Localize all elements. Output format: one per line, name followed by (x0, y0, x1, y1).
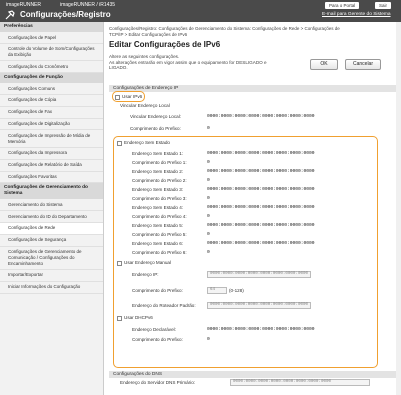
portal-button[interactable]: Para o Portal (325, 2, 360, 9)
stateless-1-value: 0000:0000:0000:0000:0000:0000:0000:0000 (207, 151, 315, 156)
stateless-5-value: 0000:0000:0000:0000:0000:0000:0000:0000 (207, 223, 315, 228)
dns-settings-header: Configurações do DNS (109, 371, 397, 378)
sidebar-item-system-management[interactable]: Gerenciamento do Sistema (0, 199, 103, 212)
stateless-6-prefix-label: Comprimento do Prefixo 6: (132, 250, 187, 255)
app-title: Configurações/Registro (20, 10, 111, 19)
router-address-label: Endereço do Roteador Padrão: (132, 303, 196, 308)
cancel-button[interactable]: Cancelar (345, 59, 381, 70)
stateless-2-prefix: 0 (207, 178, 210, 183)
sidebar-item-printer[interactable]: Configurações da Impressora (0, 148, 103, 160)
sidebar-item-communication[interactable]: Configurações de Gerenciamento de Comuni… (0, 247, 103, 270)
stateless-3-label: Endereço Sem Estado 3: (132, 187, 184, 192)
stateless-4-label: Endereço Sem Estado 4: (132, 205, 184, 210)
manual-address-checkbox[interactable] (117, 261, 122, 266)
stateless-2-value: 0000:0000:0000:0000:0000:0000:0000:0000 (207, 169, 315, 174)
use-ipv6-label: Usar IPv6 (122, 94, 143, 99)
stateless-3-prefix-label: Comprimento do Prefixo 3: (132, 196, 187, 201)
scrollbar[interactable] (396, 22, 401, 395)
stateless-3-value: 0000:0000:0000:0000:0000:0000:0000:0000 (207, 187, 315, 192)
link-local-prefix-value: 0 (207, 126, 210, 131)
sidebar-section-function: Configurações de Função (0, 73, 103, 84)
sidebar-item-paper[interactable]: Configurações de Papel (0, 32, 103, 44)
manual-prefix-label: Comprimento do Prefixo: (132, 288, 183, 293)
sidebar-item-common[interactable]: Configurações Comuns (0, 83, 103, 95)
use-ipv6-checkbox[interactable] (115, 95, 120, 100)
sidebar-item-fax[interactable]: Configurações de Fax (0, 107, 103, 119)
stateless-5-prefix: 0 (207, 232, 210, 237)
sidebar-item-network[interactable]: Configurações de Rede (0, 222, 103, 235)
stateless-1-prefix-label: Comprimento do Prefixo 1: (132, 160, 187, 165)
dhcpv6-label: Usar DHCPv6 (124, 315, 153, 320)
stateless-6-label: Endereço Sem Estado 6: (132, 241, 184, 246)
stateless-6-value: 0000:0000:0000:0000:0000:0000:0000:0000 (207, 241, 315, 246)
stateless-2-prefix-label: Comprimento do Prefixo 2: (132, 178, 187, 183)
dhcp-address-value: 0000:0000:0000:0000:0000:0000:0000:0000 (207, 327, 315, 332)
stateless-5-label: Endereço Sem Estado 5: (132, 223, 184, 228)
sidebar-section-preferences: Preferências (0, 22, 103, 32)
sidebar-item-memory-media[interactable]: Configurações de Impressão de Mídia de M… (0, 130, 103, 148)
ip-settings-header: Configurações de Endereço IP (109, 85, 397, 92)
ok-button[interactable]: OK (310, 59, 338, 70)
manual-prefix-range: (0-128) (229, 288, 244, 293)
link-local-prefix-label: Comprimento do Prefixo: (130, 126, 181, 131)
settings-tools-icon (5, 10, 15, 20)
model-label: imageRUNNER / iR1435 (60, 2, 116, 8)
sidebar-item-copy[interactable]: Configurações de Cópia (0, 95, 103, 107)
sidebar-item-favorites[interactable]: Configurações Favoritas (0, 172, 103, 184)
page-title: Editar Configurações de IPv6 (109, 40, 221, 49)
stateless-4-value: 0000:0000:0000:0000:0000:0000:0000:0000 (207, 205, 315, 210)
sidebar-item-import-export[interactable]: Importar/Exportar (0, 270, 103, 282)
sidebar-item-security[interactable]: Configurações de Segurança (0, 235, 103, 247)
sidebar-section-system: Configurações de Gerenciamento do Sistem… (0, 183, 103, 200)
link-local-value: 0000:0000:0000:0000:0000:0000:0000:0000 (207, 114, 315, 119)
stateless-label: Endereço Sem Estado (124, 140, 170, 145)
stateless-2-label: Endereço Sem Estado 2: (132, 169, 184, 174)
stateless-4-prefix-label: Comprimento do Prefixo 4: (132, 214, 187, 219)
router-address-input[interactable]: 0000:0000:0000:0000:0000:0000:0000:0000 (207, 302, 311, 309)
manual-address-label: Usar Endereço Manual (124, 260, 171, 265)
email-admin-link[interactable]: E-mail para Gerente do Sistema (322, 12, 391, 17)
stateless-5-prefix-label: Comprimento do Prefixo 5: (132, 232, 187, 237)
sidebar-item-report[interactable]: Configurações de Relatório de Saída (0, 160, 103, 172)
manual-ip-label: Endereço IP: (132, 272, 159, 277)
link-local-label: Vincular Endereço Local: (130, 114, 181, 119)
sidebar: Preferências Configurações de Papel Cont… (0, 22, 104, 395)
stateless-checkbox[interactable] (117, 141, 122, 146)
logout-button[interactable]: Sair (375, 2, 392, 9)
dns-primary-input[interactable]: 0000:0000:0000:0000:0000:0000:0000:0000 (230, 379, 370, 386)
stateless-4-prefix: 0 (207, 214, 210, 219)
sidebar-item-volume-display[interactable]: Controle do Volume de Som/Configurações … (0, 44, 103, 62)
dhcp-prefix-value: 0 (207, 337, 210, 342)
sidebar-item-timer[interactable]: Configurações do Cronômetro (0, 61, 103, 74)
manual-prefix-input[interactable]: 64 (207, 287, 227, 294)
brand-label: imageRUNNER (6, 2, 42, 8)
stateless-1-prefix: 0 (207, 160, 210, 165)
sidebar-item-department-id[interactable]: Gerenciamento do ID do Departamento (0, 211, 103, 223)
manual-ip-input[interactable]: 0000:0000:0000:0000:0000:0000:0000:0000 (207, 271, 311, 278)
stateless-3-prefix: 0 (207, 196, 210, 201)
stateless-1-label: Endereço Sem Estado 1: (132, 151, 184, 156)
breadcrumb-line-2[interactable]: TCP/IP > Editar Configurações de IPv6 (109, 32, 397, 38)
sidebar-item-init-config[interactable]: Iniciar Informações do Configuração (0, 282, 103, 294)
dns-primary-label: Endereço do Servidor DNS Primário: (120, 380, 196, 385)
sidebar-item-scan[interactable]: Configurações de Digitalização (0, 119, 103, 131)
dhcp-address-label: Endereço Declarável: (132, 327, 176, 332)
top-bar: imageRUNNER imageRUNNER / iR1435 Configu… (0, 0, 401, 22)
breadcrumb: Configurações/Registro: Configurações de… (109, 26, 397, 37)
dhcpv6-checkbox[interactable] (117, 316, 122, 321)
stateless-6-prefix: 0 (207, 250, 210, 255)
link-local-title: Vincular Endereço Local (120, 103, 170, 108)
dhcp-prefix-label: Comprimento do Prefixo: (132, 337, 183, 342)
